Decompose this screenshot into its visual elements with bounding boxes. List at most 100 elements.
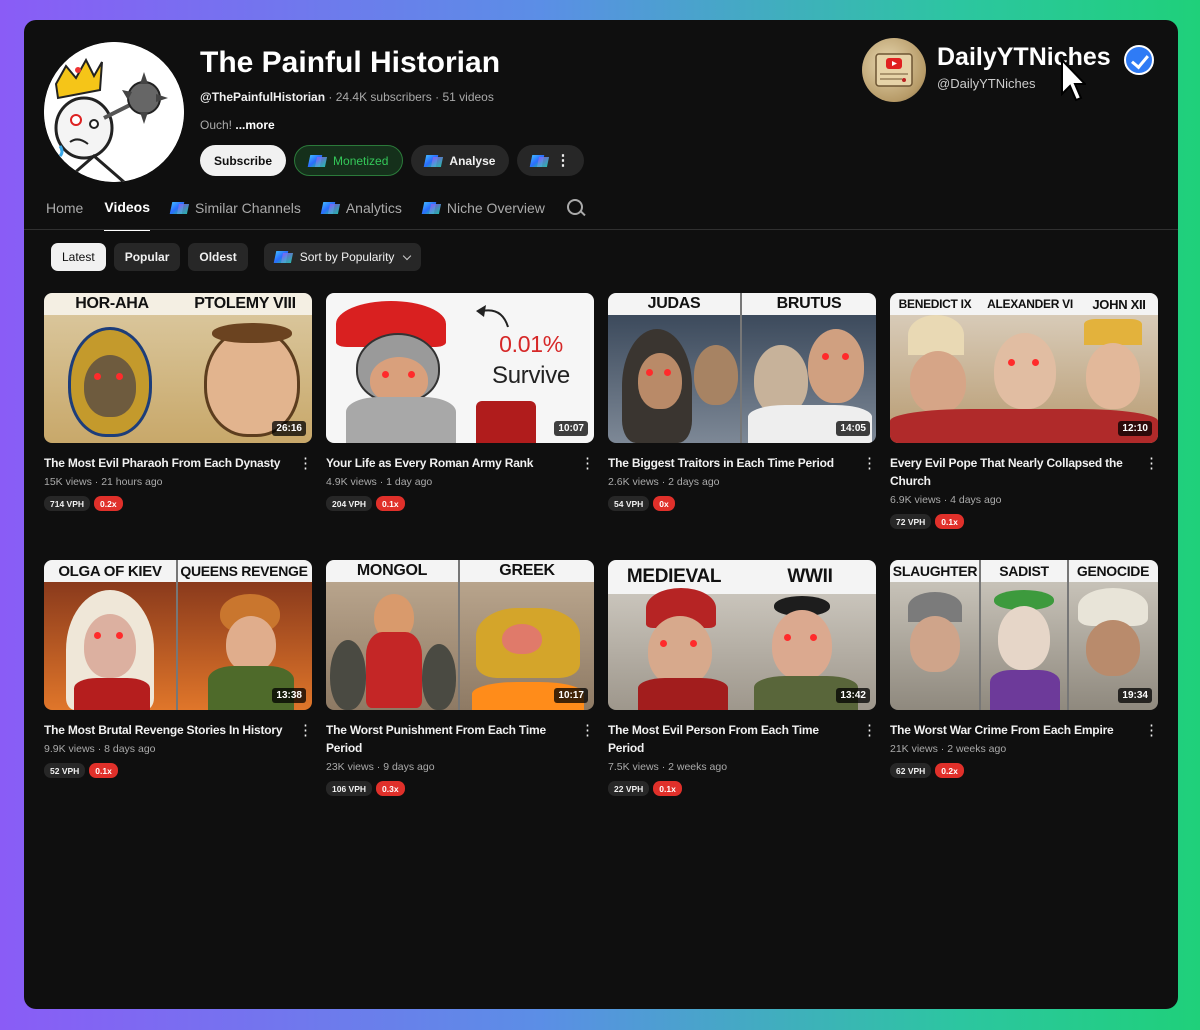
tab-home[interactable]: Home (46, 200, 83, 230)
more-vert-icon[interactable]: ⋮ (298, 454, 313, 472)
extension-more-button[interactable]: ⋮ (517, 145, 585, 176)
thumbnail-text: BRUTUS (776, 295, 842, 312)
video-thumbnail[interactable]: BENEDICT IX ALEXANDER VI JOHN XII 12:10 (890, 293, 1158, 443)
more-vert-icon[interactable]: ⋮ (580, 721, 595, 739)
video-thumbnail[interactable]: MEDIEVAL WWII 13:42 (608, 560, 876, 710)
tab-label: Niche Overview (446, 200, 545, 216)
view-count: 21K views (890, 743, 938, 755)
thumbnail-text: JUDAS (647, 295, 701, 312)
vph-badge: 62 VPH (890, 763, 932, 778)
chip-popular[interactable]: Popular (113, 243, 181, 271)
channel-avatar[interactable] (44, 42, 184, 182)
thumbnail-text: BENEDICT IX (898, 297, 972, 311)
view-count: 9.9K views (44, 743, 95, 755)
upload-age: 21 hours ago (101, 476, 163, 488)
view-count: 15K views (44, 476, 92, 488)
thumbnail-text: MONGOL (356, 562, 428, 579)
tab-analytics[interactable]: Analytics (322, 200, 402, 230)
mouse-pointer-icon (1061, 58, 1086, 102)
video-card[interactable]: MONGOL GREEK 10:17 The Worst Punishment … (326, 560, 595, 796)
video-stats: 62 VPH 0.2x (890, 763, 1158, 778)
video-card[interactable]: OLGA OF KIEV QUEENS REVENGE 13:38 The Mo… (44, 560, 313, 778)
video-thumbnail[interactable]: JUDAS BRUTUS 14:05 (608, 293, 876, 443)
upload-age: 9 days ago (383, 761, 435, 773)
video-stats: 22 VPH 0.1x (608, 781, 876, 796)
more-vert-icon: ⋮ (555, 152, 571, 169)
video-thumbnail[interactable]: OLGA OF KIEV QUEENS REVENGE 13:38 (44, 560, 312, 710)
extension-logo-icon (322, 201, 340, 215)
tabs-divider (24, 229, 1178, 230)
more-link[interactable]: ...more (235, 118, 274, 132)
video-stats: 72 VPH 0.1x (890, 514, 1158, 529)
video-title[interactable]: The Worst Punishment From Each Time Peri… (326, 721, 566, 757)
ratio-badge: 0.2x (94, 496, 123, 511)
sort-label: Sort by Popularity (299, 250, 395, 264)
thumbnail-text: GENOCIDE (1076, 563, 1150, 579)
video-thumbnail[interactable]: SLAUGHTER SADIST GENOCIDE 19:34 (890, 560, 1158, 710)
video-card[interactable]: SLAUGHTER SADIST GENOCIDE 19:34 The Wors… (890, 560, 1159, 778)
channel-description: Ouch! ...more (200, 118, 275, 132)
video-title[interactable]: The Most Evil Pharaoh From Each Dynasty (44, 454, 284, 472)
video-thumbnail[interactable]: HOR-AHA PTOLEMY VIII 26:16 (44, 293, 312, 443)
video-thumbnail[interactable]: MONGOL GREEK 10:17 (326, 560, 594, 710)
extension-logo-icon (531, 154, 549, 168)
video-title[interactable]: Your Life as Every Roman Army Rank (326, 454, 566, 472)
chip-oldest[interactable]: Oldest (188, 243, 248, 271)
video-card[interactable]: JUDAS BRUTUS 14:05 The Biggest Traitors … (608, 293, 877, 511)
thumbnail-text: MEDIEVAL (626, 566, 722, 587)
tab-similar-channels[interactable]: Similar Channels (171, 200, 301, 230)
brand-handle: @DailyYTNiches (937, 76, 1036, 91)
thumbnail-text: Survive (492, 362, 570, 389)
thumbnail-text: ALEXANDER VI (987, 297, 1073, 311)
upload-age: 8 days ago (104, 743, 156, 755)
analyse-button[interactable]: Analyse (411, 145, 510, 176)
video-card[interactable]: 0.01% Survive 10:07 Your Life as Every R… (326, 293, 595, 511)
thumbnail-text: SADIST (999, 563, 1049, 579)
chip-latest[interactable]: Latest (51, 243, 106, 271)
channel-actions: Subscribe Monetized Analyse ⋮ (200, 145, 585, 176)
thumbnail-text: GREEK (499, 562, 555, 579)
video-card[interactable]: MEDIEVAL WWII 13:42 The Most Evil Person… (608, 560, 877, 796)
meta-separator: · (435, 90, 440, 104)
upload-age: 2 weeks ago (668, 761, 728, 773)
thumbnail-text: SLAUGHTER (892, 563, 978, 579)
video-title[interactable]: The Most Evil Person From Each Time Peri… (608, 721, 848, 757)
verified-icon (1124, 45, 1154, 75)
sort-dropdown[interactable]: Sort by Popularity (263, 243, 422, 271)
video-meta: 21K views · 2 weeks ago (890, 743, 1007, 755)
extension-logo-icon (309, 154, 327, 168)
video-duration: 10:07 (554, 421, 588, 436)
upload-age: 2 weeks ago (947, 743, 1007, 755)
ratio-badge: 0.1x (376, 496, 405, 511)
channel-meta: @ThePainfulHistorian · 24.4K subscribers… (200, 90, 494, 104)
more-vert-icon[interactable]: ⋮ (1144, 454, 1159, 472)
video-title[interactable]: The Worst War Crime From Each Empire (890, 721, 1130, 739)
thumbnail-text: WWII (787, 566, 833, 587)
video-card[interactable]: BENEDICT IX ALEXANDER VI JOHN XII 12:10 … (890, 293, 1159, 529)
more-vert-icon[interactable]: ⋮ (580, 454, 595, 472)
vph-badge: 54 VPH (608, 496, 650, 511)
video-title[interactable]: Every Evil Pope That Nearly Collapsed th… (890, 454, 1130, 490)
monetized-label: Monetized (333, 153, 389, 168)
more-vert-icon[interactable]: ⋮ (862, 454, 877, 472)
more-vert-icon[interactable]: ⋮ (862, 721, 877, 739)
more-vert-icon[interactable]: ⋮ (1144, 721, 1159, 739)
analyse-label: Analyse (449, 153, 496, 168)
ratio-badge: 0.1x (653, 781, 682, 796)
video-thumbnail[interactable]: 0.01% Survive 10:07 (326, 293, 594, 443)
subscribe-button[interactable]: Subscribe (200, 145, 287, 176)
tab-niche-overview[interactable]: Niche Overview (423, 200, 545, 230)
ratio-badge: 0.1x (89, 763, 118, 778)
subscribe-label: Subscribe (214, 153, 273, 168)
video-meta: 23K views · 9 days ago (326, 761, 435, 773)
video-title[interactable]: The Most Brutal Revenge Stories In Histo… (44, 721, 284, 739)
view-count: 6.9K views (890, 494, 941, 506)
more-vert-icon[interactable]: ⋮ (298, 721, 313, 739)
ratio-badge: 0x (653, 496, 675, 511)
tab-videos[interactable]: Videos (104, 199, 151, 231)
video-title[interactable]: The Biggest Traitors in Each Time Period (608, 454, 848, 472)
monetized-button[interactable]: Monetized (294, 145, 404, 176)
ratio-badge: 0.3x (376, 781, 405, 796)
video-card[interactable]: HOR-AHA PTOLEMY VIII 26:16 The Most Evil… (44, 293, 313, 511)
search-icon[interactable] (566, 198, 586, 218)
